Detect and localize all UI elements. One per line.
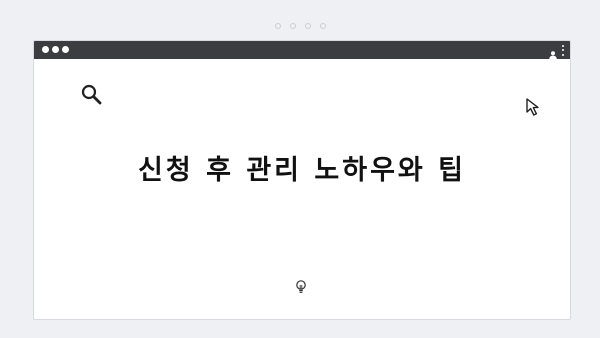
window-controls: [42, 46, 69, 53]
minimize-button[interactable]: [52, 46, 59, 53]
window-titlebar: [34, 41, 570, 60]
page-indicator: [0, 23, 600, 33]
maximize-button[interactable]: [62, 46, 69, 53]
page-title: 신청 후 관리 노하우와 팁: [138, 155, 466, 186]
page-dot[interactable]: [304, 23, 311, 29]
browser-window: 신청 후 관리 노하우와 팁: [33, 40, 571, 320]
cursor-arrow-icon: [524, 96, 546, 118]
titlebar-actions: [548, 44, 564, 60]
search-icon[interactable]: [80, 83, 104, 107]
close-button[interactable]: [42, 46, 49, 53]
page-dot[interactable]: [289, 23, 296, 29]
page-dot[interactable]: [274, 23, 281, 29]
page-dot[interactable]: [319, 23, 326, 29]
kebab-menu-icon[interactable]: [561, 44, 564, 56]
person-icon[interactable]: [548, 45, 558, 60]
lightbulb-icon: [294, 279, 308, 295]
